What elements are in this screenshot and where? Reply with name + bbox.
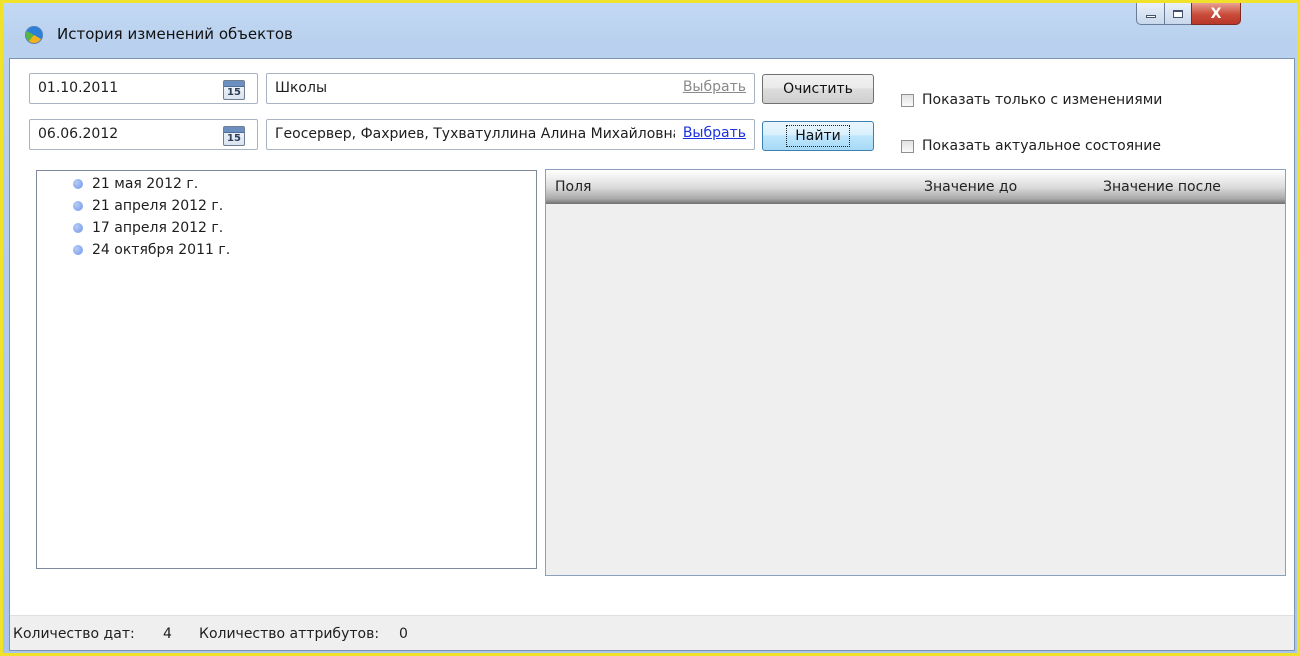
pick-layer-link[interactable]: Выбрать: [680, 79, 746, 95]
title-bar[interactable]: История изменений объектов X: [3, 3, 1297, 57]
grid-header: Поля Значение до Значение после: [546, 170, 1285, 204]
actual-state-box[interactable]: [901, 139, 914, 153]
maximize-icon: [1173, 9, 1183, 18]
layer-value: Школы: [275, 80, 327, 96]
date-item-label: 24 октября 2011 г.: [92, 242, 231, 258]
maximize-button[interactable]: [1164, 3, 1192, 25]
bullet-icon: [73, 223, 83, 233]
app-globe-icon: [25, 26, 43, 44]
attributes-count-label: Количество аттрибутов:: [199, 626, 380, 642]
application-window: История изменений объектов X 01.10.2011 …: [0, 0, 1300, 656]
date-list-item[interactable]: 17 апреля 2012 г.: [73, 218, 223, 238]
close-button[interactable]: X: [1191, 3, 1241, 25]
find-button[interactable]: Найти: [762, 121, 874, 151]
column-header-value-before[interactable]: Значение до: [924, 179, 1017, 195]
users-selector-field[interactable]: Геосервер, Фахриев, Тухватуллина Алина М…: [266, 119, 755, 150]
dates-list[interactable]: 21 мая 2012 г. 21 апреля 2012 г. 17 апре…: [36, 170, 537, 569]
date-to-value: 06.06.2012: [38, 126, 119, 142]
only-changes-label: Показать только с изменениями: [922, 92, 1163, 108]
clear-button[interactable]: Очистить: [762, 74, 874, 104]
date-item-label: 21 мая 2012 г.: [92, 176, 199, 192]
date-from-value: 01.10.2011: [38, 80, 119, 96]
date-list-item[interactable]: 24 октября 2011 г.: [73, 240, 230, 260]
find-button-label: Найти: [786, 125, 850, 147]
users-value: Геосервер, Фахриев, Тухватуллина Алина М…: [275, 126, 675, 142]
calendar-icon[interactable]: 15: [223, 80, 245, 100]
close-icon: X: [1210, 5, 1222, 22]
dates-count-label: Количество дат:: [13, 626, 135, 642]
date-item-label: 21 апреля 2012 г.: [92, 198, 224, 214]
date-list-item[interactable]: 21 апреля 2012 г.: [73, 196, 223, 216]
window-title: История изменений объектов: [57, 25, 293, 43]
minimize-button[interactable]: [1136, 3, 1165, 25]
attributes-count-value: 0: [399, 626, 408, 642]
only-changes-box[interactable]: [901, 93, 914, 107]
minimize-icon: [1145, 15, 1156, 18]
bullet-icon: [73, 245, 83, 255]
attributes-grid[interactable]: Поля Значение до Значение после: [545, 169, 1286, 576]
actual-state-label: Показать актуальное состояние: [922, 138, 1162, 154]
date-item-label: 17 апреля 2012 г.: [92, 220, 224, 236]
bullet-icon: [73, 179, 83, 189]
window-client-area: 01.10.2011 15 Школы Выбрать Очистить Пок…: [9, 58, 1295, 651]
bullet-icon: [73, 201, 83, 211]
column-header-fields[interactable]: Поля: [555, 179, 591, 195]
status-bar: Количество дат: 4 Количество аттрибутов:…: [10, 615, 1294, 650]
calendar-icon[interactable]: 15: [223, 126, 245, 146]
clear-button-label: Очистить: [783, 81, 853, 97]
column-header-value-after[interactable]: Значение после: [1103, 179, 1221, 195]
date-list-item[interactable]: 21 мая 2012 г.: [73, 174, 198, 194]
date-from-picker[interactable]: 01.10.2011 15: [29, 73, 258, 104]
actual-state-checkbox[interactable]: Показать актуальное состояние: [901, 138, 1161, 154]
layer-selector-field[interactable]: Школы Выбрать: [266, 73, 755, 104]
only-changes-checkbox[interactable]: Показать только с изменениями: [901, 92, 1162, 108]
date-to-picker[interactable]: 06.06.2012 15: [29, 119, 258, 150]
dates-count-value: 4: [163, 626, 172, 642]
pick-users-link[interactable]: Выбрать: [680, 125, 746, 141]
